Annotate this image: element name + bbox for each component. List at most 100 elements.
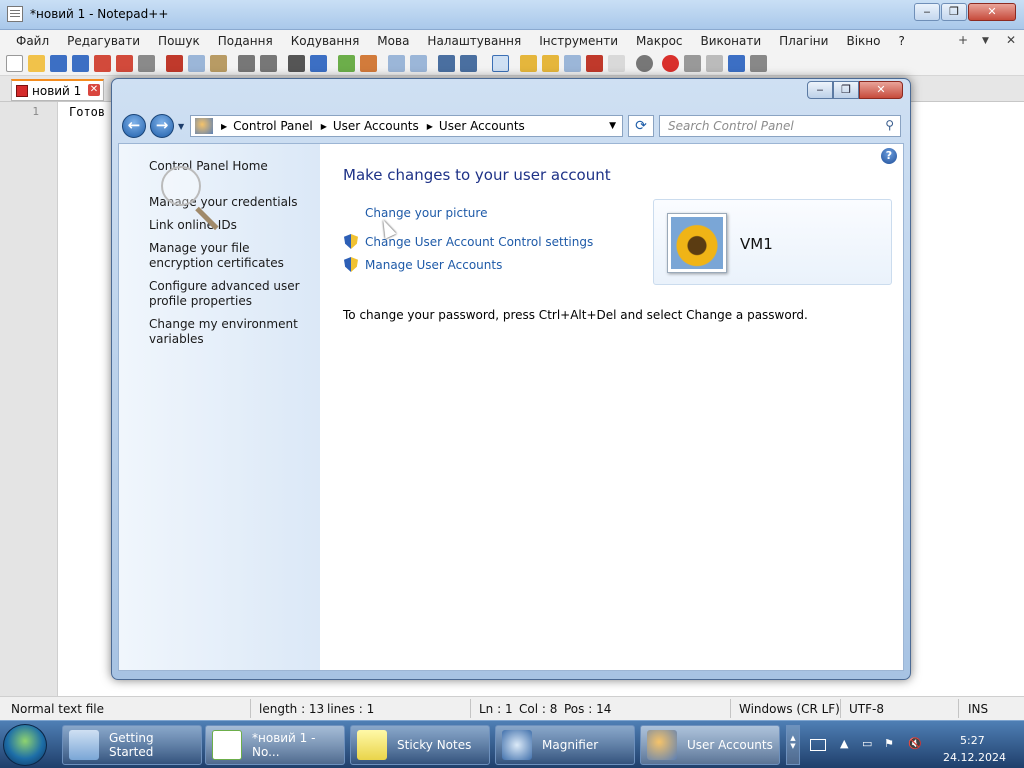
sync-vertical-icon[interactable] bbox=[388, 55, 405, 72]
back-button[interactable]: ← bbox=[122, 114, 146, 138]
page-title: Make changes to your user account bbox=[343, 166, 611, 184]
cp-minimize-button[interactable]: ‒ bbox=[807, 81, 833, 99]
breadcrumb-arrow-icon[interactable]: ▶ bbox=[321, 122, 327, 131]
breadcrumb-arrow-icon[interactable]: ▶ bbox=[427, 122, 433, 131]
print-icon[interactable] bbox=[138, 55, 155, 72]
minimize-button[interactable]: ‒ bbox=[914, 3, 940, 21]
status-file-type: Normal text file bbox=[11, 702, 105, 716]
folder-workspace-icon[interactable] bbox=[586, 55, 603, 72]
replace-icon[interactable] bbox=[310, 55, 327, 72]
menu-view[interactable]: Подання bbox=[208, 34, 281, 48]
close-file-icon[interactable] bbox=[94, 55, 111, 72]
save-macro-icon[interactable] bbox=[750, 55, 767, 72]
menu-window[interactable]: Вікно bbox=[836, 34, 888, 48]
cut-icon[interactable] bbox=[166, 55, 183, 72]
lang-icon[interactable] bbox=[520, 55, 537, 72]
show-all-chars-icon[interactable] bbox=[460, 55, 477, 72]
menu-search[interactable]: Пошук bbox=[148, 34, 208, 48]
cp-close-button[interactable]: ✕ bbox=[859, 81, 903, 99]
doc-map-icon[interactable] bbox=[542, 55, 559, 72]
start-button[interactable] bbox=[3, 724, 47, 766]
search-control-panel-input[interactable]: Search Control Panel ⚲ bbox=[659, 115, 901, 137]
uac-shield-icon bbox=[344, 257, 358, 272]
address-bar[interactable]: ▶ Control Panel ▶ User Accounts ▶ User A… bbox=[190, 115, 623, 137]
copy-icon[interactable] bbox=[188, 55, 205, 72]
menu-help[interactable]: ? bbox=[888, 34, 912, 48]
link-online-ids-link[interactable]: Link online IDs bbox=[149, 218, 314, 233]
save-icon[interactable] bbox=[50, 55, 67, 72]
help-icon[interactable]: ? bbox=[881, 148, 897, 164]
run-macro-multiple-icon[interactable] bbox=[728, 55, 745, 72]
advanced-profile-link[interactable]: Configure advanced user profile properti… bbox=[149, 279, 314, 309]
menu-tools[interactable]: Інструменти bbox=[529, 34, 626, 48]
refresh-icon[interactable]: ⟳ bbox=[628, 115, 654, 137]
save-all-icon[interactable] bbox=[72, 55, 89, 72]
maximize-button[interactable]: ❐ bbox=[941, 3, 967, 21]
clock-time[interactable]: 5:27 bbox=[960, 734, 985, 747]
stop-recording-icon[interactable] bbox=[684, 55, 701, 72]
tab-list-dropdown-icon[interactable]: ▼ bbox=[972, 36, 997, 46]
taskbar-label: Sticky Notes bbox=[397, 738, 472, 752]
system-tray: ▲ ▭ ⚑ 🔇 5:27 24.12.2024 bbox=[804, 721, 1024, 768]
tab-new-1[interactable]: новий 1 ✕ bbox=[11, 79, 104, 101]
keyboard-icon[interactable] bbox=[810, 739, 826, 751]
sync-horizontal-icon[interactable] bbox=[410, 55, 427, 72]
playback-icon[interactable] bbox=[706, 55, 723, 72]
cp-maximize-button[interactable]: ❐ bbox=[833, 81, 859, 99]
monitoring-icon[interactable] bbox=[608, 55, 625, 72]
clock-date[interactable]: 24.12.2024 bbox=[943, 751, 1006, 764]
volume-muted-icon[interactable]: 🔇 bbox=[908, 737, 922, 750]
close-tab-icon[interactable]: ✕ bbox=[996, 33, 1024, 47]
sticky-notes-icon bbox=[357, 730, 387, 760]
uac-settings-link[interactable]: Change User Account Control settings bbox=[365, 235, 593, 249]
menu-edit[interactable]: Редагувати bbox=[57, 34, 148, 48]
new-file-icon[interactable] bbox=[6, 55, 23, 72]
find-icon[interactable] bbox=[288, 55, 305, 72]
zoom-in-icon[interactable] bbox=[338, 55, 355, 72]
taskbar-scroll-icon[interactable]: ▲ ▼ bbox=[786, 725, 800, 765]
close-button[interactable]: ✕ bbox=[968, 3, 1016, 21]
menu-plugins[interactable]: Плагіни bbox=[769, 34, 836, 48]
breadcrumb-control-panel[interactable]: Control Panel bbox=[233, 119, 313, 133]
redo-icon[interactable] bbox=[260, 55, 277, 72]
menu-language[interactable]: Мова bbox=[367, 34, 417, 48]
taskbar-item-user-accounts[interactable]: User Accounts bbox=[640, 725, 780, 765]
taskbar-item-notepadpp[interactable]: *новий 1 - No... bbox=[205, 725, 345, 765]
show-hidden-icons-icon[interactable]: ▲ bbox=[840, 737, 848, 750]
breadcrumb-user-accounts[interactable]: User Accounts bbox=[333, 119, 419, 133]
open-file-icon[interactable] bbox=[28, 55, 45, 72]
action-center-flag-icon[interactable]: ⚑ bbox=[884, 737, 894, 750]
close-all-icon[interactable] bbox=[116, 55, 133, 72]
forward-button[interactable]: → bbox=[150, 114, 174, 138]
taskbar-label: User Accounts bbox=[687, 738, 773, 752]
address-dropdown-icon[interactable]: ▼ bbox=[609, 121, 616, 131]
taskbar-item-getting-started[interactable]: Getting Started bbox=[62, 725, 202, 765]
menu-encoding[interactable]: Кодування bbox=[281, 34, 368, 48]
network-icon[interactable]: ▭ bbox=[862, 737, 872, 750]
close-tab-icon[interactable]: ✕ bbox=[88, 84, 100, 96]
change-picture-link[interactable]: Change your picture bbox=[365, 206, 487, 220]
indent-guide-icon[interactable] bbox=[492, 55, 509, 72]
search-icon[interactable]: ⚲ bbox=[885, 118, 894, 132]
manage-user-accounts-link[interactable]: Manage User Accounts bbox=[365, 258, 502, 272]
breadcrumb-arrow-icon[interactable]: ▶ bbox=[221, 122, 227, 131]
paste-icon[interactable] bbox=[210, 55, 227, 72]
environment-variables-link[interactable]: Change my environment variables bbox=[149, 317, 314, 347]
menu-settings[interactable]: Налаштування bbox=[417, 34, 529, 48]
recent-pages-dropdown-icon[interactable]: ▼ bbox=[178, 122, 184, 131]
menu-macro[interactable]: Макрос bbox=[626, 34, 691, 48]
taskbar-item-magnifier[interactable]: Magnifier bbox=[495, 725, 635, 765]
file-encryption-link[interactable]: Manage your file encryption certificates bbox=[149, 241, 314, 271]
start-recording-icon[interactable] bbox=[662, 55, 679, 72]
zoom-out-icon[interactable] bbox=[360, 55, 377, 72]
record-macro-icon[interactable] bbox=[636, 55, 653, 72]
taskbar-item-sticky-notes[interactable]: Sticky Notes bbox=[350, 725, 490, 765]
word-wrap-icon[interactable] bbox=[438, 55, 455, 72]
taskbar-label: *новий 1 - No... bbox=[252, 731, 316, 759]
menu-run[interactable]: Виконати bbox=[691, 34, 770, 48]
user-picture-sunflower[interactable] bbox=[667, 213, 727, 273]
breadcrumb-user-accounts-current[interactable]: User Accounts bbox=[439, 119, 525, 133]
undo-icon[interactable] bbox=[238, 55, 255, 72]
function-list-icon[interactable] bbox=[564, 55, 581, 72]
menu-file[interactable]: Файл bbox=[6, 34, 57, 48]
